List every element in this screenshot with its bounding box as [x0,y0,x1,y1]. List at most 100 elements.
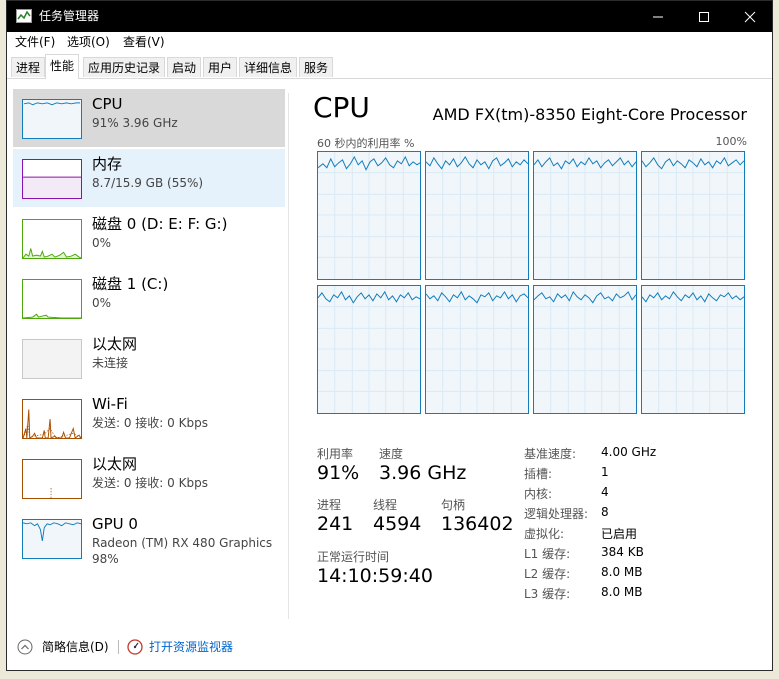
threads-value: 4594 [373,513,422,535]
core-graph-2 [425,151,529,280]
sidebar-item-detail-2: 98% [92,552,119,566]
sidebar-item-memory[interactable]: 内存 8.7/15.9 GB (55%) [13,149,285,207]
spec-l3-cache-value: 8.0 MB [601,585,643,599]
sidebar-item-ethernet-2[interactable]: 以太网 发送: 0 接收: 0 Kbps [13,449,285,507]
gpu-0-thumbnail-graph [22,519,82,559]
handles-label: 句柄 [441,498,466,512]
resource-monitor-icon [127,639,143,655]
fewer-details-button[interactable]: 简略信息(D) [42,639,109,655]
footer-bar: 简略信息(D) 打开资源监视器 [7,631,772,663]
core-graph-7 [533,285,637,414]
cpu-model-name: AMD FX(tm)-8350 Eight-Core Processor [432,105,747,124]
sidebar-item-label: 以太网 [92,455,138,473]
sidebar-item-detail: 0% [92,296,112,310]
sidebar-item-ethernet-1[interactable]: 以太网 未连接 [13,329,285,387]
memory-thumbnail-graph [22,159,82,199]
minimize-icon [653,16,663,17]
spec-l1-cache-value: 384 KB [601,545,644,559]
spec-base-speed-value: 4.00 GHz [601,445,657,459]
sidebar-item-label: CPU [92,95,123,113]
page-title: CPU [313,91,370,124]
spec-l1-cache-label: L1 缓存: [524,547,571,561]
spec-l2-cache-value: 8.0 MB [601,565,643,579]
sidebar-item-detail: 未连接 [92,356,129,370]
maximize-button[interactable] [681,1,727,32]
utilization-label: 利用率 [317,447,354,461]
spec-l2-cache-label: L2 缓存: [524,567,571,581]
core-graph-5 [317,285,421,414]
sidebar-item-label: 以太网 [92,335,138,353]
pane-divider[interactable] [288,93,289,619]
spec-sockets-label: 插槽: [524,467,553,481]
sidebar-item-label: GPU 0 [92,515,138,533]
sidebar-item-detail: 0% [92,236,112,250]
sidebar-item-detail: 发送: 0 接收: 0 Kbps [92,476,208,490]
cpu-details-pane: CPU AMD FX(tm)-8350 Eight-Core Processor… [303,79,763,619]
sidebar-item-wifi[interactable]: Wi-Fi 发送: 0 接收: 0 Kbps [13,389,285,447]
chevron-up-icon [17,639,33,655]
menu-options[interactable]: 选项(O) [67,34,110,50]
spec-virtualization-label: 虚拟化: [524,527,565,541]
core-graph-4 [641,151,745,280]
spec-cores-label: 内核: [524,487,553,501]
spec-base-speed-label: 基准速度: [524,447,577,461]
minimize-button[interactable] [635,1,681,32]
graph-max-label: 100% [715,135,747,148]
sidebar-item-label: 内存 [92,155,123,173]
cpu-thumbnail-graph [22,99,82,139]
wifi-thumbnail-graph [22,399,82,439]
spec-logical-processors-label: 逻辑处理器: [524,507,589,521]
ethernet-1-thumbnail-graph [22,339,82,379]
ethernet-2-thumbnail-graph [22,459,82,499]
sidebar-item-detail: 91% 3.96 GHz [92,116,178,130]
performance-sidebar: CPU 91% 3.96 GHz 内存 8.7/15.9 GB (55%) 磁盘… [7,79,291,619]
uptime-label: 正常运行时间 [317,550,390,564]
menu-bar: 文件(F) 选项(O) 查看(V) [7,32,772,52]
sidebar-item-detail: 发送: 0 接收: 0 Kbps [92,416,208,430]
processes-value: 241 [317,513,354,535]
footer-separator [118,640,119,654]
sidebar-item-cpu[interactable]: CPU 91% 3.96 GHz [13,89,285,147]
tab-processes[interactable]: 进程 [11,57,45,77]
graph-caption: 60 秒内的利用率 % [317,137,415,150]
sidebar-item-label: 磁盘 1 (C:) [92,275,169,293]
tab-bar: 进程 性能 应用历史记录 启动 用户 详细信息 服务 [7,54,772,79]
close-icon [744,11,756,22]
menu-file[interactable]: 文件(F) [15,34,55,50]
speed-label: 速度 [379,447,404,461]
sidebar-item-disk-0[interactable]: 磁盘 0 (D: E: F: G:) 0% [13,209,285,267]
processes-label: 进程 [317,498,342,512]
core-graph-1 [317,151,421,280]
tab-services[interactable]: 服务 [299,57,333,77]
maximize-icon [699,11,709,22]
sidebar-item-label: Wi-Fi [92,395,128,413]
tab-users[interactable]: 用户 [203,57,237,77]
logical-processor-graphs [317,151,746,415]
core-graph-3 [533,151,637,280]
speed-value: 3.96 GHz [379,462,467,484]
spec-virtualization-value: 已启用 [601,527,638,541]
task-manager-icon [16,9,32,23]
menu-view[interactable]: 查看(V) [123,34,165,50]
task-manager-window: 任务管理器 文件(F) 选项(O) 查看(V) 进程 性能 应用历史记录 启动 … [6,0,773,671]
sidebar-item-gpu-0[interactable]: GPU 0 Radeon (TM) RX 480 Graphics 98% [13,509,285,571]
disk-1-thumbnail-graph [22,279,82,319]
spec-logical-processors-value: 8 [601,505,609,519]
tab-app-history[interactable]: 应用历史记录 [83,57,165,77]
window-title: 任务管理器 [39,9,100,23]
tab-performance[interactable]: 性能 [45,54,79,79]
tab-details[interactable]: 详细信息 [239,57,297,77]
disk-0-thumbnail-graph [22,219,82,259]
sidebar-item-detail: Radeon (TM) RX 480 Graphics [92,536,273,550]
open-resource-monitor-link[interactable]: 打开资源监视器 [149,639,233,655]
uptime-value: 14:10:59:40 [317,565,433,587]
spec-cores-value: 4 [601,485,609,499]
core-graph-6 [425,285,529,414]
spec-sockets-value: 1 [601,465,609,479]
close-button[interactable] [727,1,772,32]
sidebar-item-disk-1[interactable]: 磁盘 1 (C:) 0% [13,269,285,327]
tab-startup[interactable]: 启动 [167,57,201,77]
sidebar-item-detail: 8.7/15.9 GB (55%) [92,176,204,190]
threads-label: 线程 [373,498,398,512]
sidebar-item-label: 磁盘 0 (D: E: F: G:) [92,215,228,233]
